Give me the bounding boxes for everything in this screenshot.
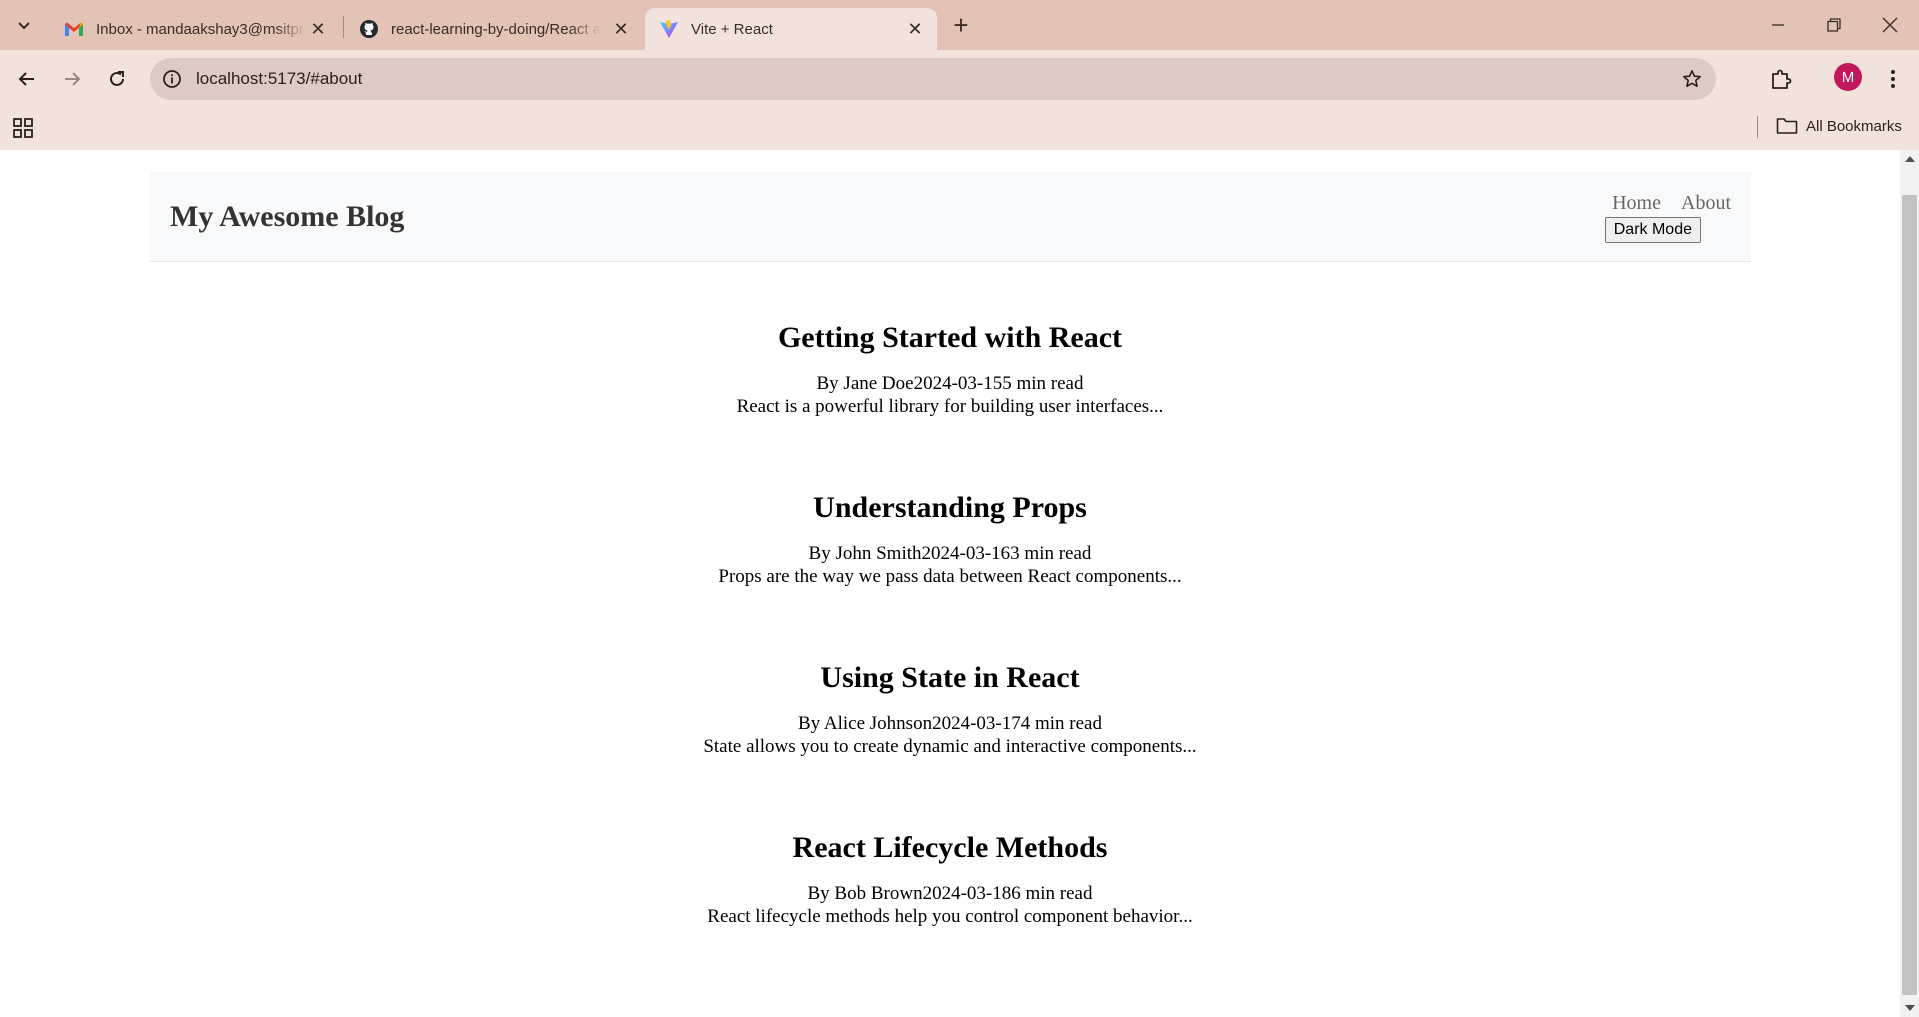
browser-menu-button[interactable] bbox=[1876, 62, 1910, 96]
tab-title: Vite + React bbox=[691, 20, 773, 38]
chevron-down-icon bbox=[18, 22, 30, 30]
post-excerpt: Props are the way we pass data between R… bbox=[718, 566, 1182, 587]
tab-strip: Inbox - mandaakshay3@msitprogram.net ✕ r… bbox=[0, 0, 1919, 50]
post-title[interactable]: Getting Started with React bbox=[0, 320, 1900, 356]
url-text[interactable]: localhost:5173/#about bbox=[196, 69, 362, 89]
nav-link-about[interactable]: About bbox=[1681, 192, 1731, 215]
post-meta: By Bob Brown2024-03-186 min read bbox=[807, 883, 1093, 904]
post-title[interactable]: Using State in React bbox=[0, 660, 1900, 696]
plus-icon: + bbox=[953, 9, 969, 40]
close-icon[interactable]: ✕ bbox=[905, 19, 925, 39]
post-meta: By Alice Johnson2024-03-174 min read bbox=[798, 713, 1102, 734]
close-icon bbox=[1882, 17, 1898, 33]
page-viewport: My Awesome Blog Home About Dark Mode Get… bbox=[0, 150, 1900, 1017]
all-bookmarks-label: All Bookmarks bbox=[1806, 117, 1902, 135]
post-title[interactable]: Understanding Props bbox=[0, 490, 1900, 526]
bookmarks-bar: All Bookmarks bbox=[0, 108, 1919, 150]
tab-divider bbox=[343, 16, 344, 38]
tab-title: react-learning-by-doing/React at main bbox=[391, 20, 601, 38]
minimize-button[interactable] bbox=[1749, 0, 1807, 50]
page-scrollbar[interactable] bbox=[1900, 150, 1919, 1017]
dark-mode-button[interactable]: Dark Mode bbox=[1604, 217, 1701, 243]
extensions-button[interactable] bbox=[1764, 62, 1798, 96]
post-list: Getting Started with React By Jane Doe20… bbox=[0, 320, 1900, 1000]
tab-title: Inbox - mandaakshay3@msitprogram.net bbox=[96, 20, 306, 38]
arrow-right-icon bbox=[65, 72, 81, 86]
post-meta: By Jane Doe2024-03-155 min read bbox=[816, 373, 1084, 394]
post-card: React Lifecycle Methods By Bob Brown2024… bbox=[0, 830, 1900, 1000]
github-icon bbox=[359, 19, 379, 39]
close-icon[interactable]: ✕ bbox=[308, 19, 328, 39]
tab-gmail[interactable]: Inbox - mandaakshay3@msitprogram.net ✕ bbox=[50, 8, 340, 50]
restore-icon bbox=[1827, 18, 1841, 32]
browser-toolbar: localhost:5173/#about M bbox=[0, 50, 1919, 108]
bookmarks-divider bbox=[1757, 116, 1758, 138]
apps-grid-icon[interactable] bbox=[12, 117, 36, 141]
arrow-left-icon bbox=[18, 72, 34, 86]
site-nav: Home About Dark Mode bbox=[1604, 192, 1731, 243]
scrollbar-thumb[interactable] bbox=[1902, 195, 1917, 995]
all-bookmarks-button[interactable]: All Bookmarks bbox=[1776, 117, 1902, 135]
post-card: Understanding Props By John Smith2024-03… bbox=[0, 490, 1900, 660]
vite-icon bbox=[659, 19, 679, 39]
tab-vite-react[interactable]: Vite + React ✕ bbox=[645, 8, 937, 50]
nav-link-home[interactable]: Home bbox=[1612, 192, 1661, 215]
scroll-down-arrow-icon[interactable] bbox=[1905, 1005, 1915, 1011]
puzzle-icon bbox=[1772, 69, 1792, 89]
post-card: Getting Started with React By Jane Doe20… bbox=[0, 320, 1900, 490]
minimize-icon bbox=[1772, 24, 1784, 26]
post-excerpt: React lifecycle methods help you control… bbox=[707, 906, 1193, 927]
folder-icon bbox=[1776, 118, 1798, 134]
window-close-button[interactable] bbox=[1861, 0, 1919, 50]
scroll-up-arrow-icon[interactable] bbox=[1905, 156, 1915, 162]
address-bar[interactable]: localhost:5173/#about bbox=[150, 58, 1716, 100]
post-meta: By John Smith2024-03-163 min read bbox=[808, 543, 1092, 564]
post-excerpt: State allows you to create dynamic and i… bbox=[703, 736, 1197, 757]
profile-avatar[interactable]: M bbox=[1834, 63, 1862, 91]
post-title[interactable]: React Lifecycle Methods bbox=[0, 830, 1900, 866]
more-vert-icon bbox=[1891, 70, 1895, 88]
post-card: Using State in React By Alice Johnson202… bbox=[0, 660, 1900, 830]
back-button[interactable] bbox=[9, 61, 45, 97]
forward-button[interactable] bbox=[54, 61, 90, 97]
tab-github[interactable]: react-learning-by-doing/React at main ✕ bbox=[345, 8, 643, 50]
new-tab-button[interactable]: + bbox=[945, 9, 977, 41]
site-header: My Awesome Blog Home About Dark Mode bbox=[150, 172, 1751, 262]
post-excerpt: React is a powerful library for building… bbox=[736, 396, 1164, 417]
tab-search-button[interactable] bbox=[8, 9, 40, 41]
close-icon[interactable]: ✕ bbox=[611, 19, 631, 39]
reload-icon bbox=[110, 71, 124, 86]
bookmark-star-icon[interactable] bbox=[1680, 67, 1704, 91]
restore-button[interactable] bbox=[1805, 0, 1863, 50]
gmail-icon bbox=[64, 19, 84, 39]
site-title: My Awesome Blog bbox=[170, 200, 405, 233]
site-info-icon[interactable] bbox=[160, 67, 184, 91]
reload-button[interactable] bbox=[99, 61, 135, 97]
